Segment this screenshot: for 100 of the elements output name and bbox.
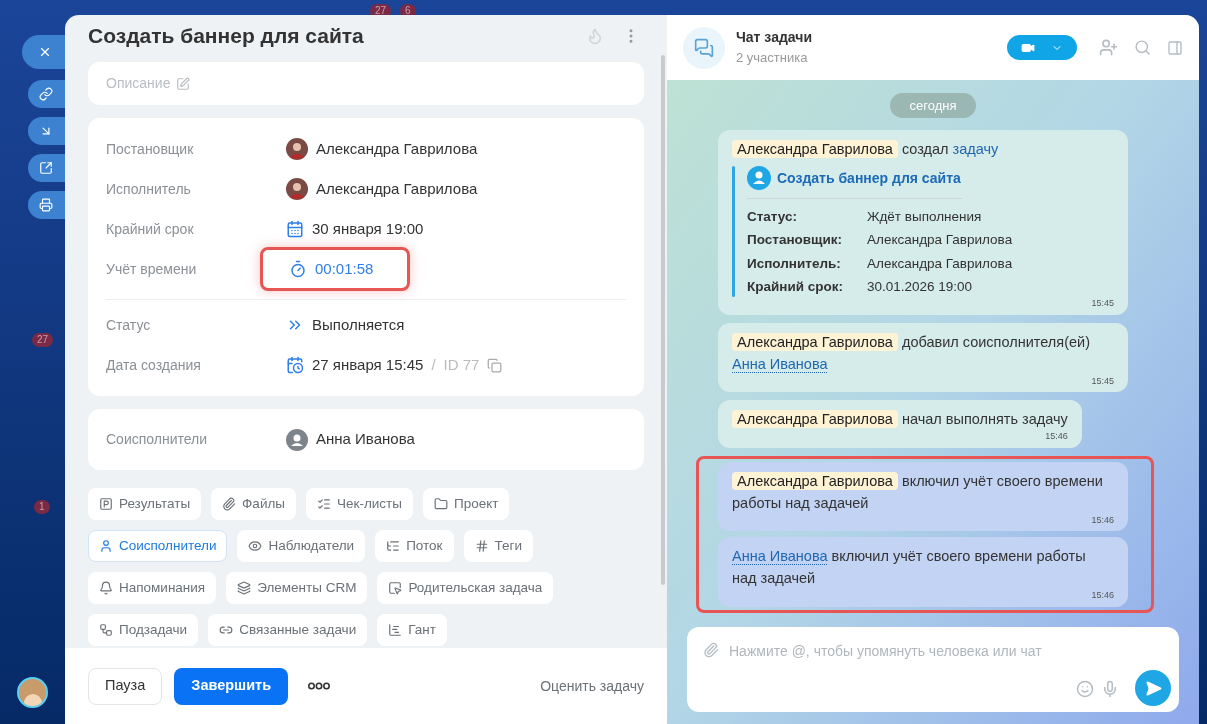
link[interactable]: Анна Иванова — [732, 548, 828, 565]
section-chip[interactable]: Проект — [423, 488, 510, 520]
send-button[interactable] — [1135, 670, 1171, 706]
video-call-button[interactable] — [1007, 35, 1077, 60]
description-placeholder: Описание — [106, 74, 171, 93]
sidebar-toggle-icon[interactable] — [1167, 39, 1183, 56]
task-title: Создать баннер для сайта — [88, 23, 364, 50]
section-chip[interactable]: Теги — [463, 530, 533, 562]
complete-button[interactable]: Завершить — [174, 667, 289, 705]
calendar-icon — [286, 356, 304, 374]
card-value: 30.01.2026 19:00 — [867, 277, 974, 296]
count-badge: 1 — [34, 500, 50, 514]
author-mention[interactable]: Александра Гаврилова — [732, 332, 898, 351]
link-icon — [219, 623, 234, 637]
hash-icon — [474, 539, 489, 553]
section-chip[interactable]: Гант — [377, 614, 447, 646]
chat-icon — [694, 37, 714, 58]
section-chip[interactable]: Подзадачи — [88, 614, 199, 646]
card-label: Постановщик: — [747, 231, 844, 250]
section-chip[interactable]: Наблюдатели — [237, 530, 366, 562]
task-link[interactable]: Создать баннер для сайта — [777, 167, 961, 189]
checklist-icon — [317, 497, 331, 511]
field-value[interactable]: 00:01:58 — [315, 257, 374, 281]
field-value[interactable]: 30 января 19:00 — [312, 217, 424, 241]
message-time: 15:46 — [1091, 513, 1114, 527]
section-chip[interactable]: Родительская задача — [377, 572, 554, 604]
print-icon — [39, 198, 53, 212]
link-icon — [39, 87, 53, 101]
bell-icon — [99, 581, 113, 595]
card-label: Статус: — [747, 208, 798, 226]
message-text: Александра Гаврилова включил учёт своего времени работы над задачей — [732, 470, 1104, 513]
side-action-button[interactable] — [28, 154, 65, 182]
section-chip[interactable]: Результаты — [88, 488, 202, 520]
side-action-button[interactable] — [28, 117, 65, 145]
search-icon[interactable] — [1134, 39, 1151, 56]
card-label: Крайний срок: — [747, 277, 845, 296]
send-icon — [1144, 679, 1162, 697]
link[interactable]: Анна Иванова — [732, 355, 828, 373]
field-label: Постановщик — [106, 139, 195, 159]
input-placeholder: Нажмите @, чтобы упомянуть человека или чат — [729, 642, 1042, 661]
field-label: Крайний срок — [106, 219, 195, 239]
section-chip[interactable]: Связанные задачи — [208, 614, 368, 646]
user-icon — [747, 166, 771, 190]
avatar — [286, 138, 308, 160]
field-value[interactable]: Выполняется — [312, 313, 405, 337]
field-label: Учёт времени — [106, 259, 198, 279]
separator: / — [431, 354, 436, 375]
author-mention[interactable]: Александра Гаврилова — [732, 471, 898, 490]
field-label: Исполнитель — [106, 179, 192, 199]
message-text: Александра Гаврилова добавил соисполнителя(ей) Анна Иванова — [732, 331, 1091, 375]
author-mention[interactable]: Александра Гаврилова — [732, 410, 898, 428]
paperclip-icon — [222, 497, 237, 511]
profile-avatar[interactable] — [17, 677, 48, 708]
message-text: Александра Гаврилова начал выполнять задачу — [732, 408, 1068, 430]
rate-task-link[interactable]: Оценить задачу — [540, 675, 644, 697]
card-value: Александра Гаврилова — [867, 254, 1013, 273]
close-button[interactable] — [22, 35, 65, 69]
field-value[interactable]: Александра Гаврилова — [316, 177, 478, 201]
count-badge: 27 — [32, 333, 54, 347]
section-chip[interactable]: Чек-листы — [306, 488, 413, 520]
card-value: Александра Гаврилова — [867, 231, 1013, 250]
section-chip[interactable]: Элементы CRM — [226, 572, 368, 604]
side-action-button[interactable] — [28, 191, 65, 219]
paperclip-icon[interactable] — [703, 642, 719, 658]
message-text: Александра Гаврилова создал задачу — [732, 138, 1114, 160]
message-time: 15:46 — [1045, 430, 1068, 443]
field-value[interactable]: 27 января 15:45 — [312, 353, 424, 377]
add-user-icon[interactable] — [1099, 38, 1118, 57]
microphone-icon[interactable] — [1101, 680, 1119, 698]
eye-icon — [248, 539, 263, 553]
author-mention[interactable]: Александра Гаврилова — [732, 140, 898, 158]
message-time: 15:45 — [1091, 374, 1114, 388]
field-value[interactable]: Александра Гаврилова — [316, 137, 478, 161]
card-value: Ждёт выполнения — [867, 208, 983, 226]
pause-button[interactable]: Пауза — [88, 667, 163, 705]
user-icon — [99, 539, 113, 553]
user-avatar-icon — [286, 428, 308, 451]
section-chip[interactable]: Файлы — [211, 488, 296, 520]
chat-title: Чат задачи — [736, 28, 812, 48]
more-icon[interactable] — [308, 682, 331, 690]
section-chip[interactable]: Напоминания — [88, 572, 217, 604]
edit-icon — [176, 76, 191, 91]
task-id: ID 77 — [443, 354, 480, 375]
external-link-icon — [39, 161, 53, 175]
flow-icon — [386, 539, 401, 553]
stopwatch-icon — [289, 260, 307, 278]
side-action-button[interactable] — [28, 80, 65, 108]
section-chip[interactable]: Соисполнители — [88, 530, 228, 562]
avatar — [286, 178, 308, 200]
results-icon — [99, 497, 113, 511]
link[interactable]: задачу — [952, 141, 999, 157]
section-chip[interactable]: Поток — [375, 530, 454, 562]
copy-icon[interactable] — [487, 357, 503, 373]
emoji-icon[interactable] — [1076, 680, 1094, 698]
subtasks-icon — [99, 623, 113, 637]
field-label: Соисполнители — [106, 430, 209, 449]
chat-subtitle: 2 участника — [736, 49, 809, 68]
field-value[interactable]: Анна Иванова — [316, 428, 415, 451]
field-label: Статус — [106, 315, 152, 335]
message-time: 15:45 — [1091, 297, 1114, 310]
